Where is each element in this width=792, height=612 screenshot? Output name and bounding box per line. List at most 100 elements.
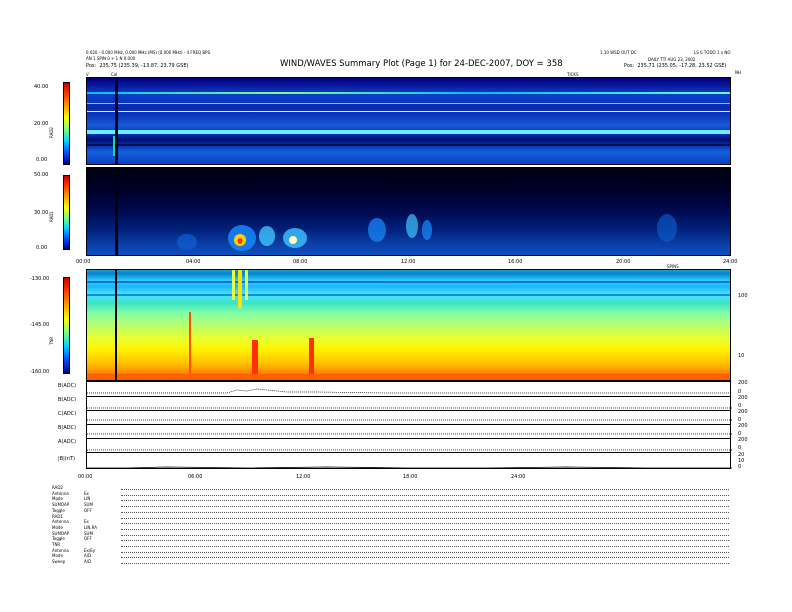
footer-value: OFF xyxy=(84,507,92,513)
footer-label: Antenna xyxy=(52,490,69,496)
rad2-emission-line xyxy=(87,111,730,112)
footer-label: Mode xyxy=(52,553,63,559)
tnr-cbar-tick: -145.00 xyxy=(30,322,50,328)
rad1-xtick: 08:00 xyxy=(293,259,308,265)
rad2-gap-line xyxy=(87,144,730,146)
rad2-emission-line xyxy=(87,103,730,104)
footer-value: Ex xyxy=(84,519,89,525)
rad2-cal-gap xyxy=(115,78,118,164)
header-right-pos-value: 235.71 (235.05, -17.28, 23.52 GSE) xyxy=(637,63,727,69)
rad1-xtick: 00:00 xyxy=(76,259,91,265)
footer-rule xyxy=(121,511,729,513)
param-label: B(ADC) xyxy=(58,425,77,431)
rad1-cal-gap xyxy=(115,168,118,255)
rad2-cbar-tick: 0.00 xyxy=(36,157,48,163)
trace-bnt xyxy=(87,466,732,469)
footer-label: Mode xyxy=(52,524,63,530)
footer-rule xyxy=(121,500,729,502)
footer-value: Ex/Ey xyxy=(84,547,96,553)
header-right-line2: LS 0 TODO 1 x NO xyxy=(694,50,731,55)
params-xtick: 24:00 xyxy=(511,474,526,480)
footer-rule xyxy=(121,546,729,547)
rad1-burst xyxy=(259,226,275,246)
footer-label: Antenna xyxy=(52,519,69,525)
footer-rule xyxy=(121,528,729,530)
rad2-colorbar xyxy=(63,82,70,165)
trace-b1 xyxy=(87,388,732,394)
tnr-burst xyxy=(238,270,242,308)
rad2-ylabel: RAD2 xyxy=(49,127,54,138)
param-right-tick: 200 xyxy=(738,380,748,386)
params-xtick: 06:00 xyxy=(188,474,203,480)
tnr-right-tick: 100 xyxy=(738,293,748,299)
tnr-band xyxy=(87,281,730,283)
footer-value: A/D xyxy=(84,559,92,565)
rad2-cal-mark xyxy=(113,136,115,156)
params-xtick: 12:00 xyxy=(296,474,311,480)
page-title: WIND/WAVES Summary Plot (Page 1) for 24-… xyxy=(280,59,563,69)
rad1-cbar-tick: 30.00 xyxy=(34,210,49,216)
rad1-colorbar xyxy=(63,175,70,250)
param-right-tick: 200 xyxy=(738,437,748,443)
tnr-cbar-tick: -160.00 xyxy=(30,369,50,375)
tnr-spectrogram xyxy=(86,269,731,381)
param-right-tick: 0 xyxy=(738,464,742,470)
footer-rule xyxy=(121,534,729,536)
rad1-burst xyxy=(237,238,243,244)
rad1-xtick: 24:00 xyxy=(723,259,738,265)
footer-rule xyxy=(121,506,729,508)
rad2-cbar-tick: 40.00 xyxy=(34,84,49,90)
footer-rule xyxy=(121,540,729,542)
tnr-colorbar xyxy=(63,277,70,374)
header-left-line2: AN 1 SPIN 0 + 1 N 0.000 xyxy=(86,56,136,61)
param-right-tick: 200 xyxy=(738,409,748,415)
footer-rule xyxy=(121,494,729,496)
rad1-xtick: 04:00 xyxy=(186,259,201,265)
footer-value: A/D xyxy=(84,553,92,559)
footer-label: RAD2 xyxy=(52,485,63,490)
header-right-pos-label: Pos: xyxy=(624,63,635,69)
header-left-line1: 0.020 - 0.000 MHz, 0.000 MHz (MS) (0.000… xyxy=(86,50,211,55)
footer-rule xyxy=(121,523,729,525)
tnr-burst xyxy=(189,312,191,380)
rad1-ylabel: RAD1 xyxy=(49,211,54,222)
params-xtick: 00:00 xyxy=(78,474,93,480)
footer-value: OFF xyxy=(84,536,92,542)
footer-value: LIN,RA xyxy=(84,524,98,530)
header-right-line3: DAILY TTI AUG 23, 2002 xyxy=(648,57,696,62)
rad2-spectrogram xyxy=(86,77,731,165)
tnr-cal-gap xyxy=(115,270,117,380)
top-marker-right: NH xyxy=(735,70,741,75)
rad1-cbar-tick: 0.00 xyxy=(36,245,48,251)
tnr-burst xyxy=(309,338,314,380)
rad1-burst xyxy=(368,218,386,242)
params-xtick: 18:00 xyxy=(403,474,418,480)
rad1-burst xyxy=(289,236,297,244)
rad1-burst xyxy=(177,234,197,250)
rad1-xtick: 20:00 xyxy=(616,259,631,265)
footer-label: Sweep xyxy=(52,559,66,565)
rad1-burst xyxy=(657,214,677,242)
rad1-cbar-tick: 50.00 xyxy=(34,172,49,178)
tnr-plasma-line xyxy=(87,374,730,380)
header-left-pos-value: 235.75 (235.39, -13.87, 23.79 GSE) xyxy=(99,63,189,69)
footer-rule xyxy=(121,557,729,559)
footer-label: SUMOAP xyxy=(52,502,70,508)
tnr-burst xyxy=(232,270,235,300)
footer-value: SUM xyxy=(84,502,93,508)
param-right-tick: 200 xyxy=(738,395,748,401)
header-left-pos: Pos: 235.75 (235.39, -13.87, 23.79 GSE) xyxy=(86,64,188,69)
rad1-bursts xyxy=(115,168,677,255)
rad1-spectrogram xyxy=(86,167,731,256)
header-left-pos-label: Pos: xyxy=(86,63,97,69)
param-label: A(ADC) xyxy=(58,439,77,445)
rad1-xtick: 12:00 xyxy=(401,259,416,265)
header-right-line1: 1.10 WSD OUT DC xyxy=(600,50,637,55)
param-right-tick: 200 xyxy=(738,423,748,429)
tnr-burst xyxy=(245,270,248,300)
footer-label: Toggle xyxy=(52,536,65,542)
tnr-right-tick: 10 xyxy=(738,353,745,359)
footer-label: SUMOAP xyxy=(52,530,70,536)
footer-label: Toggle xyxy=(52,507,65,513)
footer-value: Ex xyxy=(84,490,89,496)
